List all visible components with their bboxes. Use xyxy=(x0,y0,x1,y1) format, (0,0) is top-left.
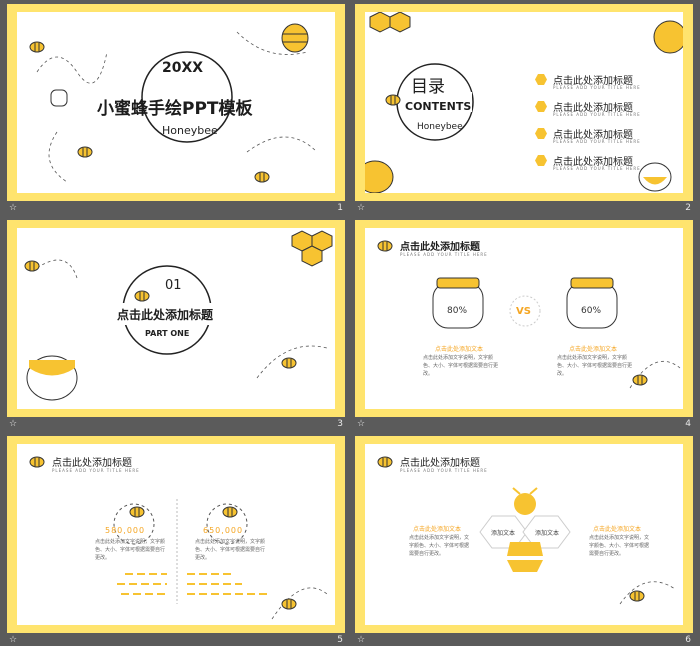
star-icon[interactable]: ☆ xyxy=(9,635,17,645)
slide-title: 点击此处添加标题 xyxy=(400,458,480,469)
right-caption: 点击此处添加文本 xyxy=(569,346,618,353)
slide-number: 5 xyxy=(337,635,343,645)
slide-thumbnail-5[interactable]: 点击此处添加标题 PLEASE ADD YOUR TITLE HERE 580,… xyxy=(7,436,345,633)
slide-canvas: 点击此处添加标题 PLEASE ADD YOUR TITLE HERE 添加文本… xyxy=(365,444,683,625)
toc-item-sub: PLEASE ADD YOUR TITLE HERE xyxy=(553,166,641,171)
bee-icon xyxy=(129,506,145,518)
left-body: 点击此处添加文字说明，文字颜色、大小、字体可根据需要自行更改。 xyxy=(95,539,166,561)
toc-item-sub: PLEASE ADD YOUR TITLE HERE xyxy=(553,85,641,90)
slide-number: 3 xyxy=(337,419,343,429)
vs-label: VS xyxy=(516,306,531,317)
right-percent: 60% xyxy=(581,306,602,316)
deck-title: 小蜜蜂手绘PPT模板 xyxy=(97,99,253,119)
slide-number: 2 xyxy=(685,203,691,213)
honey-jar-icon xyxy=(50,89,68,107)
left-caption: 点击此处添加文本 xyxy=(413,526,462,533)
bee-icon xyxy=(24,260,40,272)
section-title: 点击此处添加标题 xyxy=(117,308,214,322)
slide-canvas: 01 点击此处添加标题 PART ONE xyxy=(17,228,335,409)
star-icon[interactable]: ☆ xyxy=(357,419,365,429)
bee-icon xyxy=(385,94,401,106)
slide-canvas: 目录 CONTENTS Honeybee 点击此处添加标题 PLEASE ADD… xyxy=(365,12,683,193)
left-body: 点击此处添加文字说明，文字颜色、大小、字体可根据需要自行更改。 xyxy=(423,355,499,377)
star-icon[interactable]: ☆ xyxy=(9,203,17,213)
slide-canvas: 点击此处添加标题 PLEASE ADD YOUR TITLE HERE 80% … xyxy=(365,228,683,409)
slide-subtitle: PLEASE ADD YOUR TITLE HERE xyxy=(400,468,488,473)
right-caption: 点击此处添加文本 xyxy=(593,526,642,533)
toc-item-sub: PLEASE ADD YOUR TITLE HERE xyxy=(553,139,641,144)
slide-number: 4 xyxy=(685,419,691,429)
hex-left-label: 添加文本 xyxy=(491,530,516,537)
star-icon[interactable]: ☆ xyxy=(9,419,17,429)
bee-icon xyxy=(629,590,645,602)
slide-number: 1 xyxy=(337,203,343,213)
left-caption: 点击此处添加文本 xyxy=(435,346,484,353)
bee-icon xyxy=(377,240,393,252)
star-icon[interactable]: ☆ xyxy=(357,635,365,645)
section-index: 01 xyxy=(165,278,182,293)
honeybee-subtitle: Honeybee xyxy=(162,124,218,137)
bee-icon xyxy=(377,456,393,468)
bee-icon xyxy=(254,171,270,183)
bee-icon xyxy=(281,357,297,369)
right-body: 点击此处添加文字说明，文字颜色、大小、字体可根据需要自行更改。 xyxy=(557,355,633,377)
slide-number: 6 xyxy=(685,635,691,645)
left-value: 580,000 xyxy=(105,526,146,535)
right-body: 点击此处添加文字说明，文字颜色、大小、字体可根据需要自行更改。 xyxy=(589,535,650,557)
slide-footer-2: ☆ 2 xyxy=(355,201,693,217)
bee-icon xyxy=(29,41,45,53)
slide-subtitle: PLEASE ADD YOUR TITLE HERE xyxy=(400,252,488,257)
bee-icon xyxy=(29,456,45,468)
slide-thumbnail-6[interactable]: 点击此处添加标题 PLEASE ADD YOUR TITLE HERE 添加文本… xyxy=(355,436,693,633)
slide-canvas: 点击此处添加标题 PLEASE ADD YOUR TITLE HERE 580,… xyxy=(17,444,335,625)
toc-heading: 目录 xyxy=(411,77,445,97)
bee-icon xyxy=(222,506,238,518)
honeybee-subtitle: Honeybee xyxy=(417,122,463,132)
year-label: 20XX xyxy=(162,60,204,76)
slide-title: 点击此处添加标题 xyxy=(52,458,132,469)
slide-footer-5: ☆ 5 xyxy=(7,633,345,646)
right-body: 点击此处添加文字说明，文字颜色、大小、字体可根据需要自行更改。 xyxy=(195,539,266,561)
right-value: 650,000 xyxy=(203,526,244,535)
beehive-icon xyxy=(281,23,309,53)
left-body: 点击此处添加文字说明，文字颜色、大小、字体可根据需要自行更改。 xyxy=(409,535,470,557)
slide-title: 点击此处添加标题 xyxy=(400,242,480,253)
slide-thumbnail-2[interactable]: 目录 CONTENTS Honeybee 点击此处添加标题 PLEASE ADD… xyxy=(355,4,693,201)
star-icon[interactable]: ☆ xyxy=(357,203,365,213)
slide-footer-4: ☆ 4 xyxy=(355,417,693,433)
contents-label: CONTENTS xyxy=(405,100,472,113)
part-label: PART ONE xyxy=(145,329,190,338)
toc-item-sub: PLEASE ADD YOUR TITLE HERE xyxy=(553,112,641,117)
hex-right-label: 添加文本 xyxy=(535,530,560,537)
slide-footer-1: ☆ 1 xyxy=(7,201,345,217)
slide-footer-3: ☆ 3 xyxy=(7,417,345,433)
slide-canvas: 20XX 小蜜蜂手绘PPT模板 Honeybee xyxy=(17,12,335,193)
bee-icon xyxy=(77,146,93,158)
bee-icon xyxy=(281,598,297,610)
slide-footer-6: ☆ 6 xyxy=(355,633,693,646)
slide-thumbnail-3[interactable]: 01 点击此处添加标题 PART ONE xyxy=(7,220,345,417)
left-percent: 80% xyxy=(447,306,468,316)
slide-thumbnail-4[interactable]: 点击此处添加标题 PLEASE ADD YOUR TITLE HERE 80% … xyxy=(355,220,693,417)
bee-icon xyxy=(134,290,150,302)
slide-subtitle: PLEASE ADD YOUR TITLE HERE xyxy=(52,468,140,473)
bee-icon xyxy=(632,374,648,386)
slide-thumbnail-1[interactable]: 20XX 小蜜蜂手绘PPT模板 Honeybee xyxy=(7,4,345,201)
